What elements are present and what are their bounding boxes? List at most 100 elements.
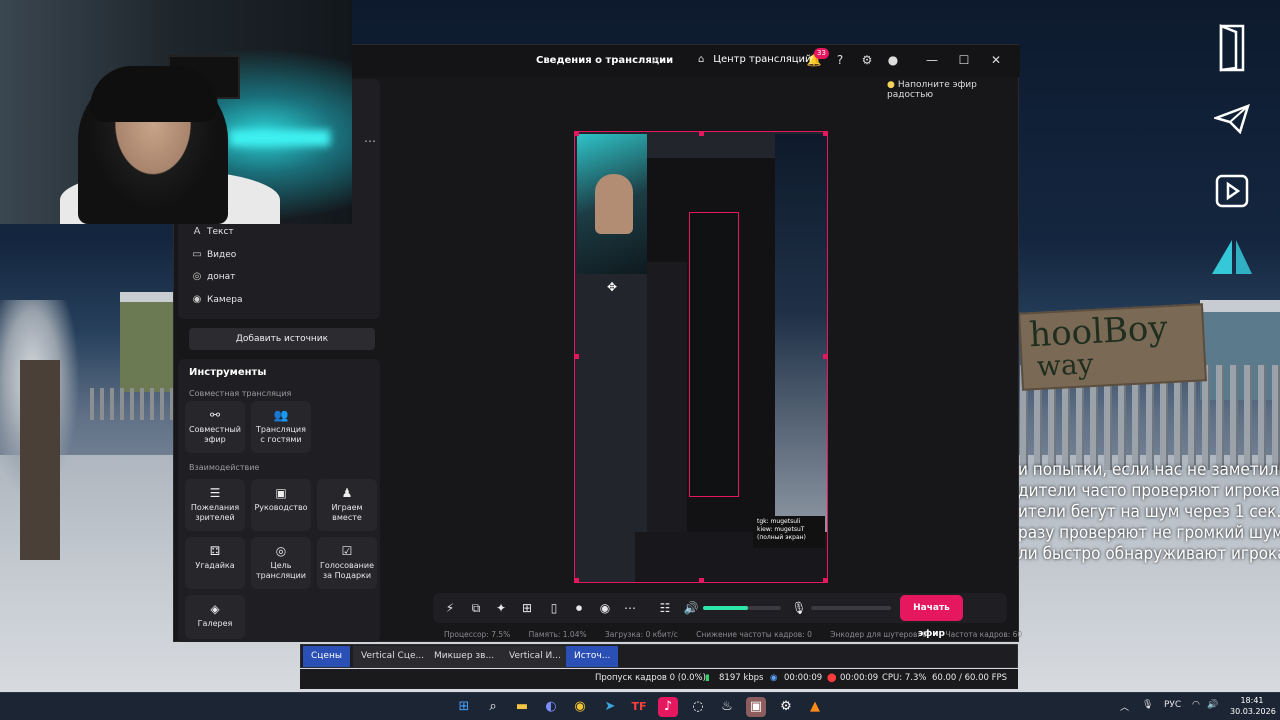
obs-fps: 60.00 / 60.00 FPS: [932, 673, 1008, 683]
tab-vertical-scenes[interactable]: Vertical Сце...: [353, 646, 433, 667]
webcam-led-light: [230, 130, 330, 146]
send-icon[interactable]: [1210, 103, 1254, 140]
source-item-donat[interactable]: ◎ донат: [190, 269, 236, 285]
tray-chevron-icon[interactable]: ︿: [1120, 700, 1129, 713]
resize-handle[interactable]: [699, 578, 704, 582]
source-label: Камера: [207, 295, 243, 305]
play-video-icon[interactable]: [1210, 174, 1254, 214]
tip-banner[interactable]: ● Наполните эфир радостью: [887, 80, 1018, 100]
tip-text: Наполните эфир радостью: [887, 80, 977, 100]
resize-handle[interactable]: [823, 132, 827, 136]
source-label: Видео: [207, 250, 237, 260]
vertical-preview-canvas[interactable]: tgk: mugetsuli kiew: mugetsuT (полный эк…: [574, 131, 828, 583]
replay-icon[interactable]: ◉: [597, 600, 613, 616]
system-clock[interactable]: 18:41 30.03.2026: [1230, 695, 1276, 717]
windows-taskbar: ⊞ ⌕ ▬ ◐ ◉ ➤ TF ♪ ◌ ♨ ▣ ⚙ ▲ ︿ 🎙 РУС ◠ 🔊 1…: [0, 692, 1280, 720]
stream-hub-label: Центр трансляций: [713, 54, 812, 65]
resize-handle[interactable]: [823, 354, 827, 359]
volume-fill: [703, 606, 749, 610]
tool-play-together[interactable]: ♟ Играем вместе: [317, 479, 377, 531]
door-icon[interactable]: [1210, 24, 1254, 83]
preview-game-capture: [775, 134, 827, 582]
tab-scenes[interactable]: Сцены: [303, 646, 350, 667]
tab-sources[interactable]: Источ...: [566, 646, 619, 667]
phone-icon[interactable]: ▯: [546, 600, 562, 616]
source-item-video[interactable]: ▭ Видео: [190, 247, 236, 263]
tab-vertical-sources[interactable]: Vertical И...: [501, 646, 569, 667]
video-icon: ▭: [192, 249, 202, 260]
speaker-icon[interactable]: 🔊: [683, 600, 699, 616]
tool-coop-stream[interactable]: ⚯ Совместный эфир: [185, 401, 245, 453]
tool-label: Голосование за Подарки: [319, 561, 375, 580]
telegram-icon[interactable]: ➤: [600, 697, 620, 717]
resize-handle[interactable]: [575, 354, 579, 359]
record-icon[interactable]: ⏺: [571, 600, 587, 616]
language-indicator[interactable]: РУС: [1164, 700, 1181, 710]
mixer-icon[interactable]: ☷: [657, 600, 673, 616]
file-explorer-icon[interactable]: ▬: [512, 697, 532, 717]
more-icon[interactable]: ⋯: [622, 600, 638, 616]
settings-icon[interactable]: ⚙: [776, 697, 796, 717]
stat-memory: Память: 1.04%: [528, 630, 587, 639]
minimize-button[interactable]: —: [922, 53, 942, 67]
microphone-icon[interactable]: 🎙: [791, 600, 807, 616]
share-icon[interactable]: ⇗: [650, 53, 660, 67]
preview-face: [595, 174, 633, 234]
tiktok-live-icon[interactable]: ♪: [658, 697, 678, 717]
tf-app-icon[interactable]: TF: [629, 697, 649, 717]
tool-guide[interactable]: ▣ Руководство: [251, 479, 311, 531]
stream-time: 00:00:09: [784, 673, 823, 683]
magic-wand-icon[interactable]: ⚡: [442, 600, 458, 616]
performance-stats: Процессор: 7.5% Память: 1.04% Загрузка: …: [444, 630, 1038, 639]
fence-left: [90, 388, 175, 420]
source-item-text[interactable]: A Текст: [190, 224, 234, 240]
help-icon[interactable]: ?: [832, 53, 848, 67]
discord-icon[interactable]: ◐: [541, 697, 561, 717]
stat-upload: Загрузка: 0 кбит/с: [605, 630, 678, 639]
source-item-camera[interactable]: ◉ Камера: [190, 292, 243, 308]
mic-slider[interactable]: [811, 606, 891, 610]
webcam-feed: [0, 0, 352, 224]
resize-handle[interactable]: [823, 578, 827, 582]
tool-stream-goal[interactable]: ◎ Цель трансляции: [251, 537, 311, 589]
volume-slider[interactable]: [703, 606, 781, 610]
tool-guess[interactable]: ⚃ Угадайка: [185, 537, 245, 589]
tool-viewer-wishes[interactable]: ☰ Пожелания зрителей: [185, 479, 245, 531]
search-icon[interactable]: ⌕: [483, 697, 503, 717]
screen-capture-icon[interactable]: ⧉: [468, 600, 484, 616]
steam-icon[interactable]: ♨: [717, 697, 737, 717]
tray-mic-icon[interactable]: 🎙: [1142, 700, 1153, 710]
wifi-icon[interactable]: ◠: [1192, 700, 1200, 710]
tool-gift-vote[interactable]: ☑ Голосование за Подарки: [317, 537, 377, 589]
close-button[interactable]: ✕: [986, 53, 1006, 67]
tool-guests-stream[interactable]: 👥 Трансляция с гостями: [251, 401, 311, 453]
add-scene-icon[interactable]: ⊞: [519, 600, 535, 616]
go-live-button[interactable]: Начать эфир: [900, 595, 963, 639]
wooden-post: [20, 360, 60, 560]
vlc-icon[interactable]: ▲: [805, 697, 825, 717]
stream-icon: ◉: [770, 673, 778, 683]
chrome-icon[interactable]: ◉: [570, 697, 590, 717]
avatar[interactable]: ●: [885, 53, 901, 67]
resize-handle[interactable]: [575, 132, 579, 136]
stream-hub-button[interactable]: ⌂ Центр трансляций: [698, 54, 812, 65]
volume-icon[interactable]: 🔊: [1207, 700, 1218, 710]
tool-label: Руководство: [254, 503, 308, 512]
tools-title: Инструменты: [189, 367, 267, 378]
more-icon[interactable]: ⋯: [364, 134, 376, 148]
tab-audio-mixer[interactable]: Микшер зв...: [426, 646, 503, 667]
obs-status-bar: Пропуск кадров 0 (0.0%) ▮ 8197 kbps ◉ 00…: [300, 669, 1018, 689]
tool-gallery[interactable]: ◈ Галерея: [185, 595, 245, 639]
resize-handle[interactable]: [699, 132, 704, 136]
preview-sidebar-capture: [647, 262, 687, 538]
record-time: 00:00:09: [840, 673, 879, 683]
gallery-icon: ◈: [210, 602, 220, 616]
ai-icon[interactable]: ✦: [493, 600, 509, 616]
windows-start-icon[interactable]: ⊞: [454, 697, 474, 717]
gear-icon[interactable]: ⚙: [859, 53, 875, 67]
obs-icon[interactable]: ◌: [688, 697, 708, 717]
maximize-button[interactable]: ☐: [954, 53, 974, 67]
resize-handle[interactable]: [575, 578, 579, 582]
game-app-icon[interactable]: ▣: [746, 697, 766, 717]
add-source-button[interactable]: Добавить источник: [189, 328, 375, 350]
